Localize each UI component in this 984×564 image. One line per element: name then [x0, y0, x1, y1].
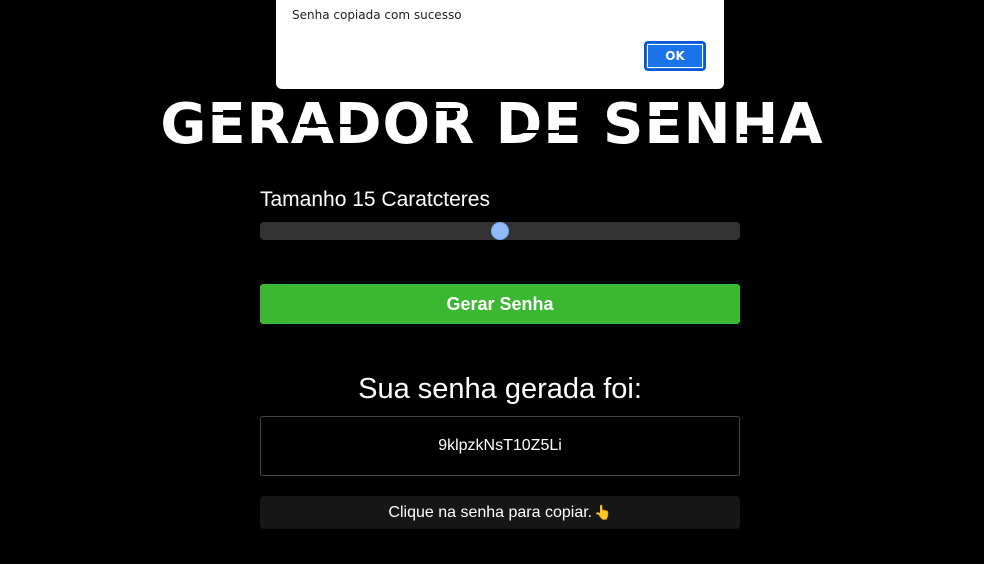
password-text[interactable]: 9klpzkNsT10Z5Li: [438, 437, 562, 455]
copy-hint: Clique na senha para copiar. 👆: [260, 496, 740, 529]
pointing-hand-icon: 👆: [594, 504, 612, 520]
result-heading: Sua senha gerada foi:: [358, 373, 642, 405]
length-label: Tamanho 15 Caratcteres: [260, 188, 490, 211]
password-generator-page: Senha copiada com sucesso OK GERADOR DE …: [0, 0, 984, 564]
copy-hint-text: Clique na senha para copiar.: [388, 503, 593, 521]
alert-ok-button[interactable]: OK: [644, 41, 706, 71]
page-title: GERADOR DE SENHA: [160, 92, 824, 157]
alert-message: Senha copiada com sucesso: [292, 8, 462, 22]
generated-password[interactable]: 9klpzkNsT10Z5Li: [260, 416, 740, 476]
slider-thumb[interactable]: [492, 223, 508, 239]
generate-password-button[interactable]: Gerar Senha: [260, 284, 740, 324]
alert-dialog: Senha copiada com sucesso OK: [276, 0, 724, 89]
length-slider[interactable]: [260, 222, 740, 240]
